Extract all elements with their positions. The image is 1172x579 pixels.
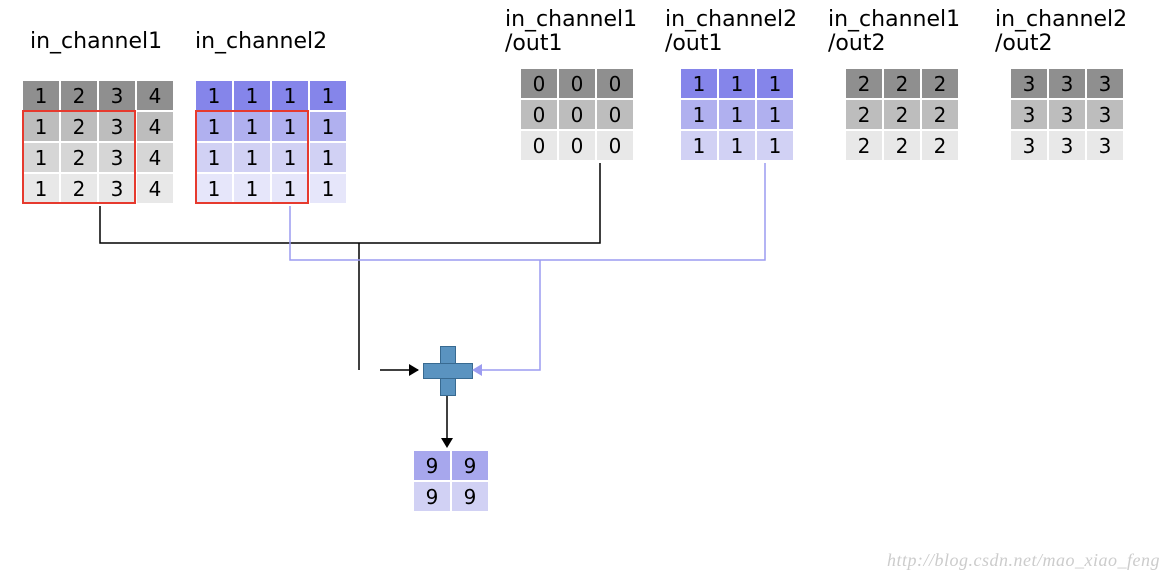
label-kernel-3: in_channel1 /out2 (828, 8, 960, 56)
grid-cell: 1 (195, 111, 233, 142)
grid-cell: 1 (271, 142, 309, 173)
grid-cell: 3 (98, 80, 136, 111)
grid-cell: 2 (921, 130, 959, 161)
arrowhead-into-output (441, 438, 453, 448)
grid-cell: 2 (883, 68, 921, 99)
grid-cell: 1 (756, 99, 794, 130)
grid-kernel-4: 333333333 (1010, 68, 1124, 161)
grid-cell: 1 (309, 173, 347, 204)
grid-cell: 2 (60, 142, 98, 173)
grid-cell: 4 (136, 80, 174, 111)
grid-kernel-1: 000000000 (520, 68, 634, 161)
grid-cell: 1 (680, 68, 718, 99)
grid-cell: 2 (921, 68, 959, 99)
grid-in-channel2: 1111111111111111 (195, 80, 347, 204)
grid-cell: 9 (413, 481, 451, 512)
grid-cell: 1 (718, 99, 756, 130)
grid-cell: 1 (309, 80, 347, 111)
grid-cell: 0 (520, 68, 558, 99)
grid-cell: 1 (271, 173, 309, 204)
grid-output: 9999 (413, 450, 489, 512)
grid-cell: 1 (195, 173, 233, 204)
grid-cell: 1 (233, 173, 271, 204)
grid-cell: 3 (1086, 68, 1124, 99)
grid-cell: 1 (680, 99, 718, 130)
arrowhead-left-into-plus (409, 364, 419, 376)
grid-cell: 3 (1048, 68, 1086, 99)
grid-cell: 1 (271, 111, 309, 142)
grid-cell: 4 (136, 111, 174, 142)
grid-cell: 3 (98, 142, 136, 173)
grid-cell: 2 (921, 99, 959, 130)
grid-cell: 3 (1086, 99, 1124, 130)
grid-cell: 1 (22, 80, 60, 111)
grid-cell: 3 (98, 173, 136, 204)
grid-cell: 1 (718, 130, 756, 161)
grid-cell: 2 (845, 99, 883, 130)
grid-cell: 1 (195, 80, 233, 111)
grid-cell: 1 (718, 68, 756, 99)
grid-cell: 2 (883, 130, 921, 161)
grid-cell: 1 (233, 111, 271, 142)
grid-cell: 0 (596, 99, 634, 130)
grid-cell: 1 (756, 130, 794, 161)
grid-cell: 9 (451, 481, 489, 512)
grid-cell: 1 (22, 111, 60, 142)
grid-cell: 9 (451, 450, 489, 481)
grid-cell: 0 (596, 68, 634, 99)
grid-cell: 3 (1010, 99, 1048, 130)
grid-cell: 1 (309, 142, 347, 173)
grid-cell: 4 (136, 142, 174, 173)
grid-cell: 2 (60, 80, 98, 111)
grid-cell: 2 (845, 68, 883, 99)
grid-cell: 1 (756, 68, 794, 99)
label-in-channel1: in_channel1 (30, 30, 162, 54)
watermark-text: http://blog.csdn.net/mao_xiao_feng (887, 550, 1160, 571)
grid-cell: 2 (60, 111, 98, 142)
grid-cell: 1 (680, 130, 718, 161)
grid-cell: 2 (60, 173, 98, 204)
grid-kernel-2: 111111111 (680, 68, 794, 161)
grid-cell: 3 (1010, 130, 1048, 161)
grid-cell: 0 (558, 99, 596, 130)
label-kernel-2: in_channel2 /out1 (665, 8, 797, 56)
label-kernel-4: in_channel2 /out2 (995, 8, 1127, 56)
label-kernel-1: in_channel1 /out1 (505, 8, 637, 56)
grid-cell: 1 (22, 142, 60, 173)
arrowhead-right-into-plus (472, 364, 482, 376)
grid-cell: 1 (195, 142, 233, 173)
plus-icon (423, 346, 471, 394)
grid-cell: 0 (520, 130, 558, 161)
grid-cell: 2 (845, 130, 883, 161)
grid-in-channel1: 1234123412341234 (22, 80, 174, 204)
grid-cell: 0 (520, 99, 558, 130)
grid-cell: 0 (558, 130, 596, 161)
grid-cell: 3 (1086, 130, 1124, 161)
grid-cell: 0 (596, 130, 634, 161)
grid-kernel-3: 222222222 (845, 68, 959, 161)
grid-cell: 3 (1010, 68, 1048, 99)
grid-cell: 1 (233, 142, 271, 173)
label-in-channel2: in_channel2 (195, 30, 327, 54)
grid-cell: 3 (98, 111, 136, 142)
grid-cell: 1 (271, 80, 309, 111)
grid-cell: 4 (136, 173, 174, 204)
grid-cell: 1 (22, 173, 60, 204)
grid-cell: 1 (309, 111, 347, 142)
grid-cell: 3 (1048, 130, 1086, 161)
grid-cell: 9 (413, 450, 451, 481)
grid-cell: 0 (558, 68, 596, 99)
grid-cell: 3 (1048, 99, 1086, 130)
grid-cell: 1 (233, 80, 271, 111)
grid-cell: 2 (883, 99, 921, 130)
